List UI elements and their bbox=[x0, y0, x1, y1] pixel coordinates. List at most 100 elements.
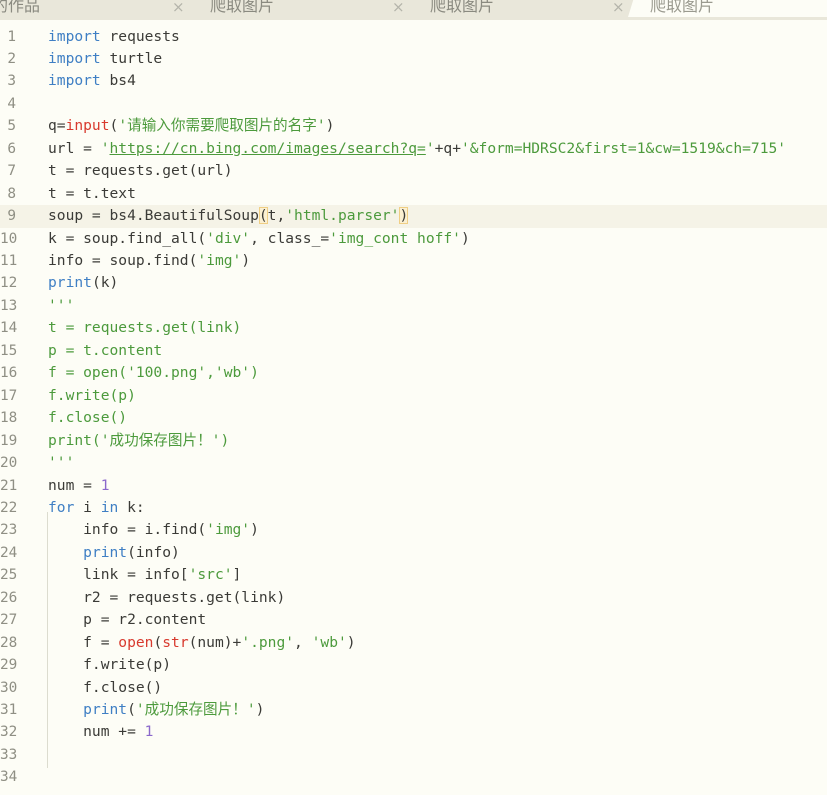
code-line[interactable]: 14 t = requests.get(link) bbox=[0, 317, 827, 339]
code-text[interactable]: f.close() bbox=[48, 407, 127, 429]
code-text[interactable]: num = 1 bbox=[48, 475, 110, 497]
code-line[interactable]: 24 print(info) bbox=[0, 542, 827, 564]
code-line[interactable]: 18 f.close() bbox=[0, 407, 827, 429]
code-token: +q+ bbox=[434, 139, 461, 157]
code-editor[interactable]: 1 import requests 2 import turtle 3 import bs… bbox=[0, 20, 827, 795]
code-text[interactable]: f = open(str(num)+'.png', 'wb') bbox=[48, 632, 355, 654]
code-line[interactable]: 15 p = t.content bbox=[0, 340, 827, 362]
code-line[interactable]: 22 for i in k: bbox=[0, 497, 827, 519]
code-line[interactable]: 34 bbox=[0, 766, 827, 788]
code-text[interactable]: print('成功保存图片！') bbox=[48, 699, 264, 721]
code-text[interactable]: f = open('100.png','wb') bbox=[48, 362, 259, 384]
close-icon[interactable]: × bbox=[392, 0, 405, 20]
code-line[interactable]: 13 ''' bbox=[0, 295, 827, 317]
code-text[interactable]: print(k) bbox=[48, 272, 118, 294]
tab-crawl-images-active[interactable]: 爬取图片 bbox=[628, 0, 827, 17]
code-text[interactable]: import requests bbox=[48, 26, 180, 48]
code-line[interactable]: 4 bbox=[0, 93, 827, 115]
tab-label: 爬取图片 bbox=[650, 0, 715, 15]
code-line[interactable]: 20 ''' bbox=[0, 452, 827, 474]
code-line[interactable]: 3 import bs4 bbox=[0, 70, 827, 92]
code-token: bs4 bbox=[100, 72, 136, 90]
code-text[interactable]: info = soup.find('img') bbox=[48, 250, 250, 272]
code-token: soup = bs4.BeautifulSoup bbox=[48, 207, 259, 225]
code-text[interactable]: info = i.find('img') bbox=[48, 519, 259, 541]
code-line[interactable]: 1 import requests bbox=[0, 26, 827, 48]
code-token: , bbox=[294, 633, 312, 651]
code-text[interactable]: f.close() bbox=[48, 677, 162, 699]
code-token: ) bbox=[399, 207, 409, 225]
code-text[interactable]: q=input('请输入你需要爬取图片的名字') bbox=[48, 115, 334, 137]
code-text[interactable]: t = requests.get(link) bbox=[48, 317, 241, 339]
line-number: 8 bbox=[7, 185, 16, 202]
code-line[interactable]: 28 f = open(str(num)+'.png', 'wb') bbox=[0, 632, 827, 654]
code-text[interactable]: t = t.text bbox=[48, 183, 136, 205]
line-number: 20 bbox=[0, 455, 18, 472]
close-icon[interactable]: × bbox=[612, 0, 625, 20]
code-line[interactable]: 26 r2 = requests.get(link) bbox=[0, 587, 827, 609]
code-line[interactable]: 10 k = soup.find_all('div', class_='img_c… bbox=[0, 228, 827, 250]
code-line[interactable]: 23 info = i.find('img') bbox=[0, 519, 827, 541]
code-line[interactable]: 2 import turtle bbox=[0, 48, 827, 70]
code-text[interactable]: print('成功保存图片！') bbox=[48, 430, 229, 452]
code-token: t = requests.get(url) bbox=[48, 162, 233, 180]
close-icon[interactable]: × bbox=[172, 0, 185, 20]
code-line[interactable]: 16 f = open('100.png','wb') bbox=[0, 362, 827, 384]
code-text[interactable]: f.write(p) bbox=[48, 385, 136, 407]
code-line[interactable]: 33 bbox=[0, 744, 827, 766]
code-text[interactable]: t = requests.get(url) bbox=[48, 160, 233, 182]
code-token: ) bbox=[325, 117, 335, 135]
code-token: (k) bbox=[91, 274, 119, 292]
code-token: str bbox=[162, 633, 189, 651]
code-text[interactable]: for i in k: bbox=[48, 497, 145, 519]
code-line[interactable]: 32 num += 1 bbox=[0, 721, 827, 743]
code-text[interactable]: import turtle bbox=[48, 48, 162, 70]
line-number: 2 bbox=[7, 50, 16, 67]
line-number: 12 bbox=[0, 275, 18, 292]
code-line[interactable]: 25 link = info['src'] bbox=[0, 564, 827, 586]
line-number: 25 bbox=[0, 567, 18, 584]
tab-label: 的作品 bbox=[0, 0, 41, 15]
code-line[interactable]: 5 q=input('请输入你需要爬取图片的名字') bbox=[0, 115, 827, 137]
code-token: ( bbox=[109, 117, 119, 135]
code-text[interactable]: soup = bs4.BeautifulSoup(t,'html.parser'… bbox=[48, 205, 409, 227]
code-text[interactable]: print(info) bbox=[48, 542, 180, 564]
code-token: p = r2.content bbox=[48, 611, 207, 629]
code-line[interactable]: 31 print('成功保存图片！') bbox=[0, 699, 827, 721]
code-line[interactable]: 27 p = r2.content bbox=[0, 609, 827, 631]
tab-crawl-images-2[interactable]: 爬取图片 bbox=[430, 0, 494, 17]
code-line[interactable]: 7 t = requests.get(url) bbox=[0, 160, 827, 182]
line-number: 27 bbox=[0, 612, 18, 629]
code-line[interactable]: 6 url = 'https://cn.bing.com/images/searc… bbox=[0, 138, 827, 160]
code-text[interactable]: import bs4 bbox=[48, 70, 136, 92]
line-number: 13 bbox=[0, 297, 18, 314]
code-text[interactable]: ''' bbox=[48, 295, 74, 317]
code-text[interactable]: ''' bbox=[48, 452, 74, 474]
tab-label: 爬取图片 bbox=[210, 0, 275, 15]
code-text[interactable]: f.write(p) bbox=[48, 654, 171, 676]
code-line[interactable]: 19 print('成功保存图片！') bbox=[0, 430, 827, 452]
code-line[interactable]: 9 soup = bs4.BeautifulSoup(t,'html.parser… bbox=[0, 205, 827, 228]
line-number: 31 bbox=[0, 702, 18, 718]
code-line[interactable]: 11 info = soup.find('img') bbox=[0, 250, 827, 272]
code-text[interactable]: link = info['src'] bbox=[48, 564, 241, 586]
code-text[interactable]: k = soup.find_all('div', class_='img_con… bbox=[48, 228, 470, 250]
code-token: t, bbox=[267, 207, 286, 225]
code-token: '成功保存图片！' bbox=[135, 701, 256, 718]
code-text[interactable]: p = r2.content bbox=[48, 609, 206, 631]
code-line[interactable]: 17 f.write(p) bbox=[0, 385, 827, 407]
tab-works[interactable]: 的作品 bbox=[0, 0, 40, 17]
code-text[interactable]: r2 = requests.get(link) bbox=[48, 587, 285, 609]
code-token: t = t.text bbox=[48, 184, 136, 202]
code-line[interactable]: 8 t = t.text bbox=[0, 183, 827, 205]
code-token: f.write(p) bbox=[48, 656, 172, 674]
code-line[interactable]: 12 print(k) bbox=[0, 272, 827, 294]
code-text[interactable]: url = 'https://cn.bing.com/images/search… bbox=[48, 138, 786, 160]
code-text[interactable]: p = t.content bbox=[48, 340, 162, 362]
code-line[interactable]: 30 f.close() bbox=[0, 677, 827, 699]
code-token: '.png' bbox=[241, 633, 295, 651]
code-line[interactable]: 21 num = 1 bbox=[0, 475, 827, 497]
code-text[interactable]: num += 1 bbox=[48, 721, 153, 743]
tab-crawl-images-1[interactable]: 爬取图片 bbox=[210, 0, 274, 17]
code-line[interactable]: 29 f.write(p) bbox=[0, 654, 827, 676]
